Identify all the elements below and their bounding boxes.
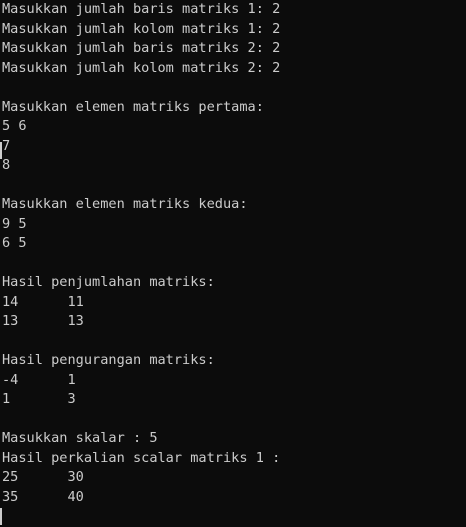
console-line: Masukkan elemen matriks kedua: — [2, 196, 248, 212]
console-line: 1 3 — [2, 391, 76, 407]
console-line: Masukkan jumlah baris matriks 2: 2 — [2, 40, 281, 56]
console-line: Masukkan jumlah baris matriks 1: 2 — [2, 1, 281, 17]
console-line: 13 13 — [2, 313, 84, 329]
console-line: 25 30 — [2, 469, 84, 485]
console-line: Hasil perkalian scalar matriks 1 : — [2, 449, 281, 466]
console-line: 7 — [2, 137, 11, 154]
console-line: Hasil pengurangan matriks: — [2, 352, 215, 368]
console-line: 8 — [2, 157, 11, 173]
console-line: 9 5 — [2, 215, 27, 232]
console-line: 35 40 — [2, 488, 84, 505]
console-line: -4 1 — [2, 371, 76, 388]
console-line: Masukkan elemen matriks pertama: — [2, 98, 264, 115]
console-line: Masukkan skalar : 5 — [2, 430, 158, 446]
left-edge-marker — [0, 142, 2, 159]
console-line: 14 11 — [2, 293, 84, 310]
console-line: 6 5 — [2, 235, 27, 251]
console-line: Hasil penjumlahan matriks: — [2, 274, 215, 290]
console-line: Masukkan jumlah kolom matriks 1: 2 — [2, 20, 281, 37]
left-edge-marker — [0, 508, 2, 525]
console-line: Masukkan jumlah kolom matriks 2: 2 — [2, 59, 281, 76]
console-line: 5 6 — [2, 118, 27, 134]
console-window[interactable]: Masukkan jumlah baris matriks 1: 2 Masuk… — [0, 0, 466, 527]
